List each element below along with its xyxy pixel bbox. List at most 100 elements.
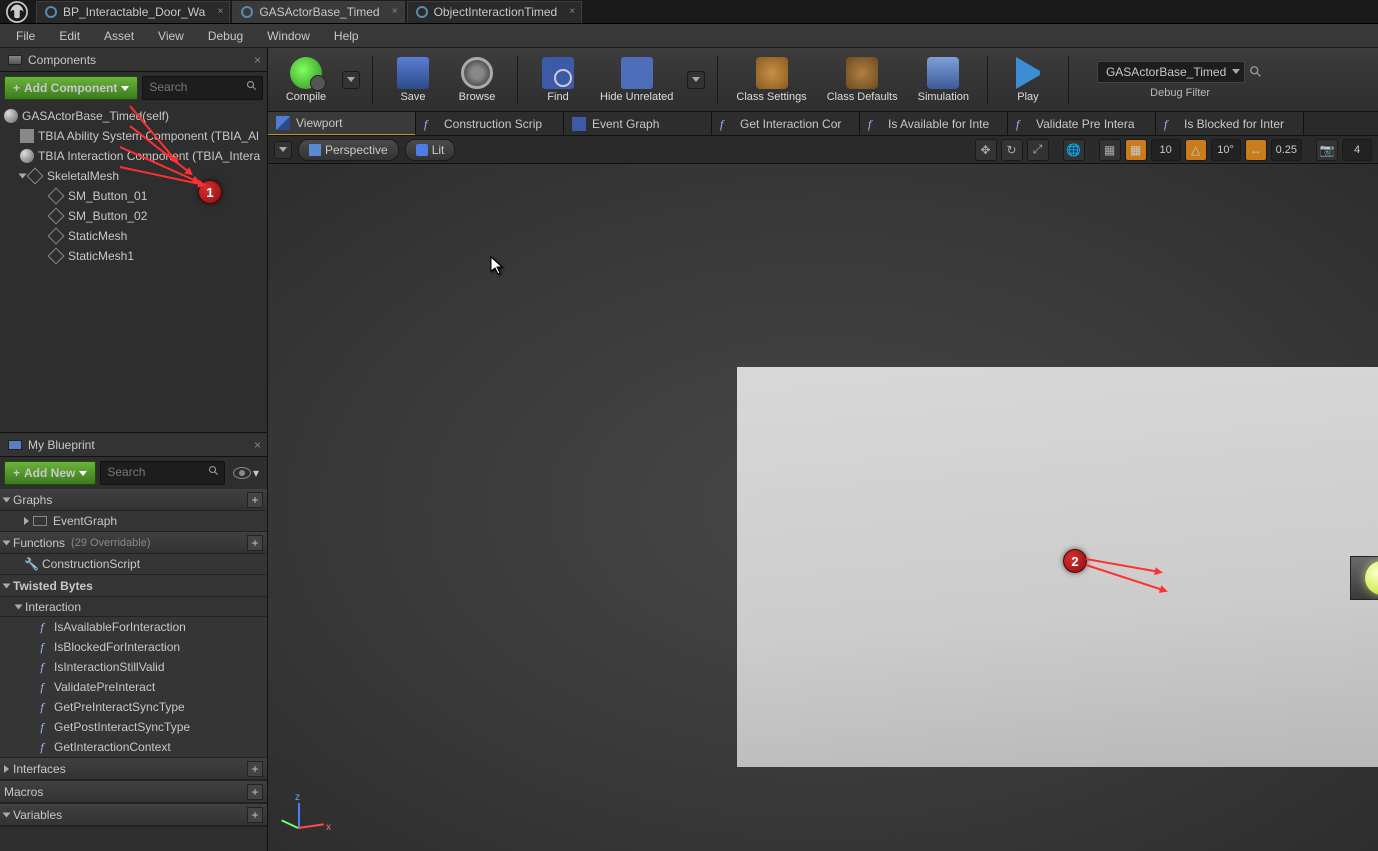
scale-snap-value[interactable]: 0.25 <box>1271 139 1302 161</box>
menu-debug[interactable]: Debug <box>196 29 255 43</box>
add-graph-button[interactable]: + <box>247 492 263 508</box>
play-button[interactable]: Play <box>1000 52 1056 108</box>
rotation-snap-toggle[interactable]: △ <box>1185 139 1207 161</box>
browse-button[interactable]: Browse <box>449 52 505 108</box>
tab-event-graph[interactable]: Event Graph <box>564 112 712 136</box>
scale-snap-toggle[interactable]: ↔ <box>1245 139 1267 161</box>
my-blueprint-header: My Blueprint × <box>0 433 267 457</box>
function-item[interactable]: fIsBlockedForInteraction <box>0 637 267 657</box>
close-icon[interactable]: × <box>392 6 398 17</box>
component-item[interactable]: SM_Button_01 <box>0 186 267 206</box>
section-functions[interactable]: Functions(29 Overridable)+ <box>0 532 267 554</box>
close-icon[interactable]: × <box>569 6 575 17</box>
save-button[interactable]: Save <box>385 52 441 108</box>
mesh-icon <box>27 168 44 185</box>
menu-view[interactable]: View <box>146 29 196 43</box>
compile-options-dropdown[interactable] <box>342 71 360 89</box>
translate-tool[interactable]: ✥ <box>975 139 997 161</box>
defaults-icon <box>846 57 878 89</box>
class-settings-button[interactable]: Class Settings <box>730 52 812 108</box>
main-toolbar: Compile Save Browse Find Hide Unrelated … <box>268 48 1378 112</box>
simulation-button[interactable]: Simulation <box>912 52 975 108</box>
function-icon: f <box>36 620 48 635</box>
menu-edit[interactable]: Edit <box>47 29 92 43</box>
graph-item-eventgraph[interactable]: EventGraph <box>0 511 267 531</box>
main-tab[interactable]: BP_Interactable_Door_Wa× <box>36 1 230 23</box>
class-defaults-button[interactable]: Class Defaults <box>821 52 904 108</box>
menubar: File Edit Asset View Debug Window Help <box>0 24 1378 48</box>
lit-mode-button[interactable]: Lit <box>405 139 456 161</box>
tab-function[interactable]: fIs Available for Inte <box>860 112 1008 136</box>
graph-icon <box>33 516 47 526</box>
grid-snap-toggle[interactable]: ▦ <box>1125 139 1147 161</box>
visibility-options[interactable]: ▾ <box>229 461 263 485</box>
rotate-tool[interactable]: ↻ <box>1001 139 1023 161</box>
function-item[interactable]: fIsAvailableForInteraction <box>0 617 267 637</box>
rotation-snap-value[interactable]: 10° <box>1211 139 1241 161</box>
tab-viewport[interactable]: Viewport <box>268 112 416 136</box>
add-interface-button[interactable]: + <box>247 761 263 777</box>
tab-function[interactable]: fGet Interaction Cor <box>712 112 860 136</box>
debug-filter-combo[interactable]: GASActorBase_Timed <box>1097 61 1245 83</box>
tab-function[interactable]: fValidate Pre Intera <box>1008 112 1156 136</box>
add-variable-button[interactable]: + <box>247 807 263 823</box>
main-tab[interactable]: ObjectInteractionTimed× <box>407 1 583 23</box>
add-component-button[interactable]: + Add Component <box>4 76 138 100</box>
components-search-input[interactable]: Search <box>142 76 263 100</box>
actor-icon <box>4 109 18 123</box>
menu-asset[interactable]: Asset <box>92 29 146 43</box>
find-button[interactable]: Find <box>530 52 586 108</box>
component-item[interactable]: StaticMesh1 <box>0 246 267 266</box>
function-item[interactable]: fGetInteractionContext <box>0 737 267 757</box>
section-interfaces[interactable]: Interfaces+ <box>0 758 267 780</box>
camera-speed-value[interactable]: 4 <box>1342 139 1372 161</box>
close-icon[interactable]: × <box>217 6 223 17</box>
group-interaction[interactable]: Interaction <box>0 597 267 617</box>
surface-snap-toggle[interactable]: ▦ <box>1099 139 1121 161</box>
search-icon[interactable] <box>1249 65 1263 79</box>
viewport-3d[interactable]: z x 2 <box>268 164 1378 851</box>
components-tree: GASActorBase_Timed(self) TBIA Ability Sy… <box>0 104 267 432</box>
function-item[interactable]: fValidatePreInteract <box>0 677 267 697</box>
perspective-button[interactable]: Perspective <box>298 139 399 161</box>
menu-file[interactable]: File <box>4 29 47 43</box>
function-icon: f <box>868 117 882 131</box>
scale-tool[interactable]: ⤢ <box>1027 139 1049 161</box>
close-icon[interactable]: × <box>254 438 261 452</box>
expand-icon[interactable] <box>24 517 29 525</box>
function-item[interactable]: fGetPreInteractSyncType <box>0 697 267 717</box>
close-icon[interactable]: × <box>254 53 261 67</box>
viewport-options-dropdown[interactable] <box>274 141 292 159</box>
add-new-button[interactable]: + Add New <box>4 461 96 485</box>
function-icon: f <box>36 660 48 675</box>
mesh-icon <box>48 188 65 205</box>
function-item-constructionscript[interactable]: 🔧ConstructionScript <box>0 554 267 574</box>
add-function-button[interactable]: + <box>247 535 263 551</box>
compile-button[interactable]: Compile <box>278 52 334 108</box>
viewport-toolbar: Perspective Lit ✥ ↻ ⤢ 🌐 ▦ ▦ 10 △ 10° ↔ 0… <box>268 136 1378 164</box>
menu-help[interactable]: Help <box>322 29 371 43</box>
blueprint-icon <box>8 440 22 450</box>
camera-speed-button[interactable]: 📷 <box>1316 139 1338 161</box>
section-macros[interactable]: Macros+ <box>0 781 267 803</box>
grid-snap-value[interactable]: 10 <box>1151 139 1181 161</box>
add-macro-button[interactable]: + <box>247 784 263 800</box>
hide-unrelated-button[interactable]: Hide Unrelated <box>594 52 679 108</box>
component-item[interactable]: SM_Button_02 <box>0 206 267 226</box>
coord-toggle[interactable]: 🌐 <box>1063 139 1085 161</box>
tab-function[interactable]: fIs Blocked for Inter <box>1156 112 1304 136</box>
component-item[interactable]: TBIA Interaction Component (TBIA_Intera <box>0 146 267 166</box>
mouse-cursor-icon <box>490 256 504 279</box>
section-variables[interactable]: Variables+ <box>0 804 267 826</box>
menu-window[interactable]: Window <box>255 29 322 43</box>
expand-icon[interactable] <box>19 174 27 179</box>
component-item[interactable]: StaticMesh <box>0 226 267 246</box>
function-item[interactable]: fIsInteractionStillValid <box>0 657 267 677</box>
section-twisted-bytes[interactable]: Twisted Bytes <box>0 575 267 597</box>
blueprint-search-input[interactable]: Search <box>100 461 225 485</box>
section-graphs[interactable]: Graphs+ <box>0 489 267 511</box>
main-tab[interactable]: GASActorBase_Timed× <box>232 1 404 23</box>
function-item[interactable]: fGetPostInteractSyncType <box>0 717 267 737</box>
tab-construction-script[interactable]: fConstruction Scrip <box>416 112 564 136</box>
hide-options-dropdown[interactable] <box>687 71 705 89</box>
